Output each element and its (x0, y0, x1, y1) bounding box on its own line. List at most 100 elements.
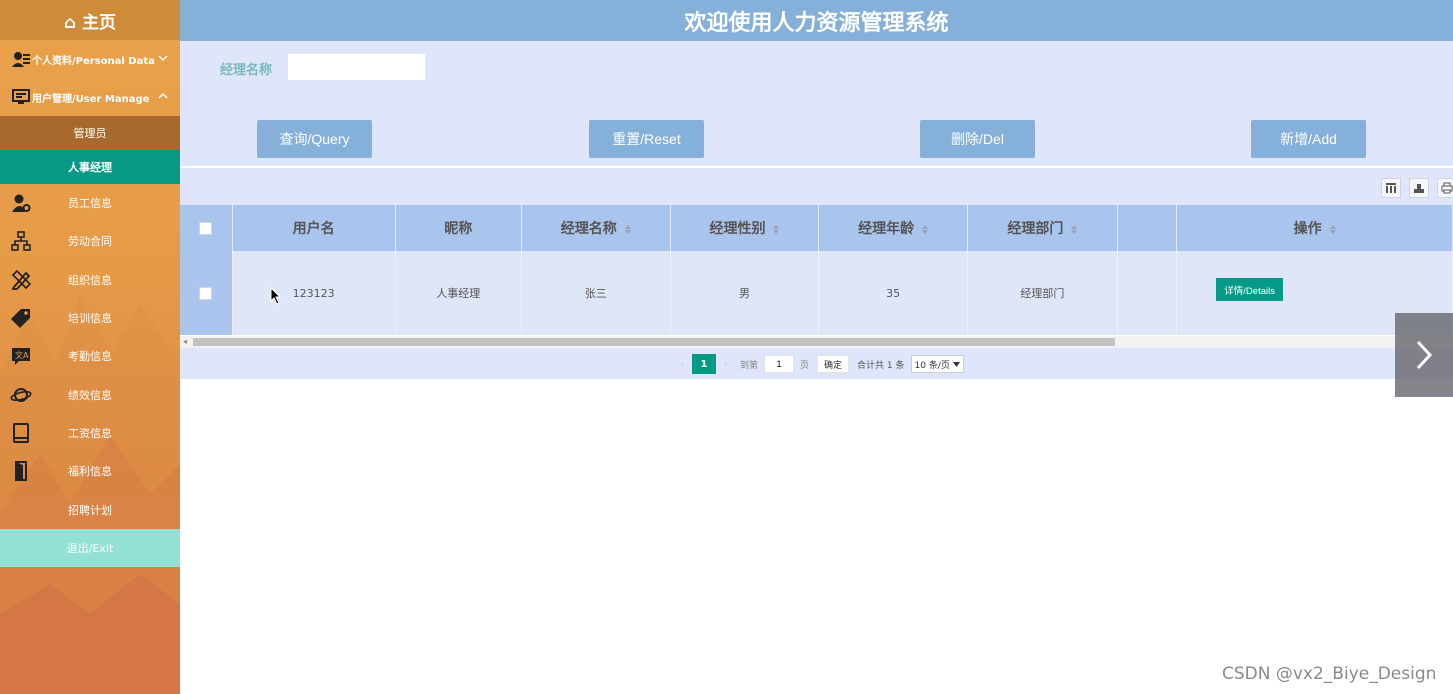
sidebar-item-label: 员工信息 (68, 197, 112, 211)
cell-blank (1117, 251, 1178, 335)
query-button[interactable]: 查询/Query (257, 120, 372, 158)
next-page-icon[interactable]: › (716, 358, 736, 371)
search-panel: 经理名称 查询/Query 重置/Reset 删除/Del 新增/Add (180, 41, 1453, 166)
column-label: 经理性别 (709, 221, 766, 237)
sidebar-group-user-manage[interactable]: 用户管理/User Manage (0, 78, 180, 116)
data-table-container: 用户名 昵称 经理名称 经理性别 经理年龄 经理部门 操作 123123 人事经… (180, 205, 1453, 336)
pencil-ruler-icon (10, 269, 32, 291)
manager-name-input[interactable] (287, 53, 426, 81)
sidebar-item-salary-info[interactable]: 工资信息 (0, 414, 180, 452)
sidebar-subitem-label: 管理员 (73, 127, 107, 140)
sidebar-item-label: 绩效信息 (68, 388, 112, 402)
row-select-cell (180, 251, 233, 335)
cell-manager-age: 35 (818, 251, 969, 335)
planet-icon (10, 384, 32, 406)
column-header-blank (1117, 205, 1178, 251)
sidebar-item-training-info[interactable]: 培训信息 (0, 299, 180, 337)
page-size-value: 10 条/页 (914, 360, 950, 371)
sidebar-exit-button[interactable]: 退出/Exit (0, 528, 180, 567)
horizontal-scrollbar[interactable]: ◂ (180, 336, 1453, 348)
pagination-bar: ‹ 1 › 到第 页 确定 合计共 1 条 10 条/页 (180, 348, 1453, 379)
sidebar-subitem-label: 人事经理 (68, 161, 112, 174)
goto-page-input[interactable] (764, 355, 795, 373)
table-toolbar (180, 168, 1453, 205)
column-header-manager-gender[interactable]: 经理性别 (670, 205, 820, 251)
column-label: 经理名称 (560, 221, 617, 237)
sidebar-item-employee-info[interactable]: 员工信息 (0, 184, 180, 222)
translate-icon: 文A (10, 345, 32, 367)
sidebar-item-performance-info[interactable]: 绩效信息 (0, 375, 180, 413)
page-size-select[interactable]: 10 条/页 (910, 355, 964, 373)
table-row[interactable]: 123123 人事经理 张三 男 35 经理部门 详情/Details (180, 251, 1453, 335)
org-chart-icon (10, 230, 32, 252)
sidebar-item-label: 福利信息 (68, 465, 112, 479)
watermark: CSDN @vx2_Biye_Design (1222, 664, 1437, 684)
table-header-row: 用户名 昵称 经理名称 经理性别 经理年龄 经理部门 操作 (180, 205, 1453, 251)
current-page-button[interactable]: 1 (692, 354, 716, 374)
sidebar-item-label: 招聘计划 (68, 503, 112, 517)
column-header-manager-name[interactable]: 经理名称 (521, 205, 671, 251)
select-all-cell (180, 205, 233, 251)
column-label: 经理年龄 (858, 221, 915, 237)
mouse-cursor-icon (270, 287, 282, 305)
prev-page-icon[interactable]: ‹ (672, 358, 692, 371)
goto-prefix: 到第 (740, 360, 759, 371)
manager-name-label: 经理名称 (220, 63, 273, 78)
reset-button[interactable]: 重置/Reset (589, 120, 704, 158)
sidebar-subitem-admin[interactable]: 管理员 (0, 116, 180, 150)
column-header-manager-age[interactable]: 经理年龄 (818, 205, 969, 251)
chevron-right-icon (1416, 340, 1433, 370)
data-table: 用户名 昵称 经理名称 经理性别 经理年龄 经理部门 操作 123123 人事经… (180, 205, 1453, 335)
sidebar-subitem-hr-manager[interactable]: 人事经理 (0, 150, 180, 184)
chevron-down-icon (952, 361, 960, 367)
sidebar-group-label: 用户管理/User Manage (32, 93, 150, 105)
sort-icon[interactable] (922, 224, 929, 234)
chevron-up-icon (158, 93, 168, 99)
print-icon[interactable] (1437, 178, 1453, 198)
scrollbar-thumb[interactable] (193, 338, 1115, 346)
delete-button[interactable]: 删除/Del (920, 120, 1035, 158)
row-checkbox[interactable] (199, 286, 213, 300)
column-label: 用户名 (292, 221, 335, 237)
total-count: 合计共 1 条 (857, 360, 905, 371)
carousel-next-button[interactable] (1395, 313, 1453, 397)
exit-label: 退出/Exit (66, 541, 114, 555)
sort-icon[interactable] (773, 224, 780, 234)
tag-icon (10, 307, 32, 329)
sidebar-group-personal-data[interactable]: 个人资料/Personal Data (0, 40, 180, 78)
columns-filter-icon[interactable] (1381, 178, 1401, 198)
sidebar-item-recruitment-plan[interactable]: 招聘计划 (0, 490, 180, 528)
goto-confirm-button[interactable]: 确定 (817, 355, 850, 373)
column-header-manager-dept[interactable]: 经理部门 (967, 205, 1118, 251)
details-button[interactable]: 详情/Details (1216, 278, 1283, 301)
export-icon[interactable] (1409, 178, 1429, 198)
door-icon (10, 460, 32, 482)
column-label: 昵称 (444, 221, 473, 237)
cell-manager-gender: 男 (670, 251, 820, 335)
add-button[interactable]: 新增/Add (1251, 120, 1366, 158)
scroll-left-arrow-icon[interactable]: ◂ (183, 337, 187, 346)
sidebar-home-link[interactable]: ⌂ 主页 (0, 0, 180, 40)
select-all-checkbox[interactable] (199, 221, 213, 235)
sidebar-item-label: 培训信息 (68, 312, 112, 326)
sidebar-group-label: 个人资料/Personal Data (32, 55, 155, 67)
sort-icon[interactable] (1071, 224, 1078, 234)
pagination: ‹ 1 › 到第 页 确定 合计共 1 条 10 条/页 (672, 354, 964, 374)
svg-text:文A: 文A (15, 350, 29, 360)
sidebar: ⌂ 主页 个人资料/Personal Data 用户管理/User Manage… (0, 0, 180, 694)
column-header-actions[interactable]: 操作 (1176, 205, 1453, 251)
cell-nickname: 人事经理 (395, 251, 522, 335)
sort-icon[interactable] (624, 224, 631, 234)
sidebar-item-org-info[interactable]: 组织信息 (0, 261, 180, 299)
sidebar-item-welfare-info[interactable]: 福利信息 (0, 452, 180, 490)
monitor-icon (11, 87, 31, 107)
sidebar-item-labor-contract[interactable]: 劳动合同 (0, 222, 180, 260)
sort-icon[interactable] (1329, 224, 1336, 234)
column-header-nickname: 昵称 (395, 205, 522, 251)
user-card-icon (11, 49, 31, 69)
cell-username: 123123 (232, 251, 396, 335)
home-label: ⌂ 主页 (63, 12, 117, 33)
chevron-down-icon (158, 55, 168, 61)
cell-manager-name: 张三 (521, 251, 671, 335)
sidebar-item-attendance-info[interactable]: 文A 考勤信息 (0, 337, 180, 375)
